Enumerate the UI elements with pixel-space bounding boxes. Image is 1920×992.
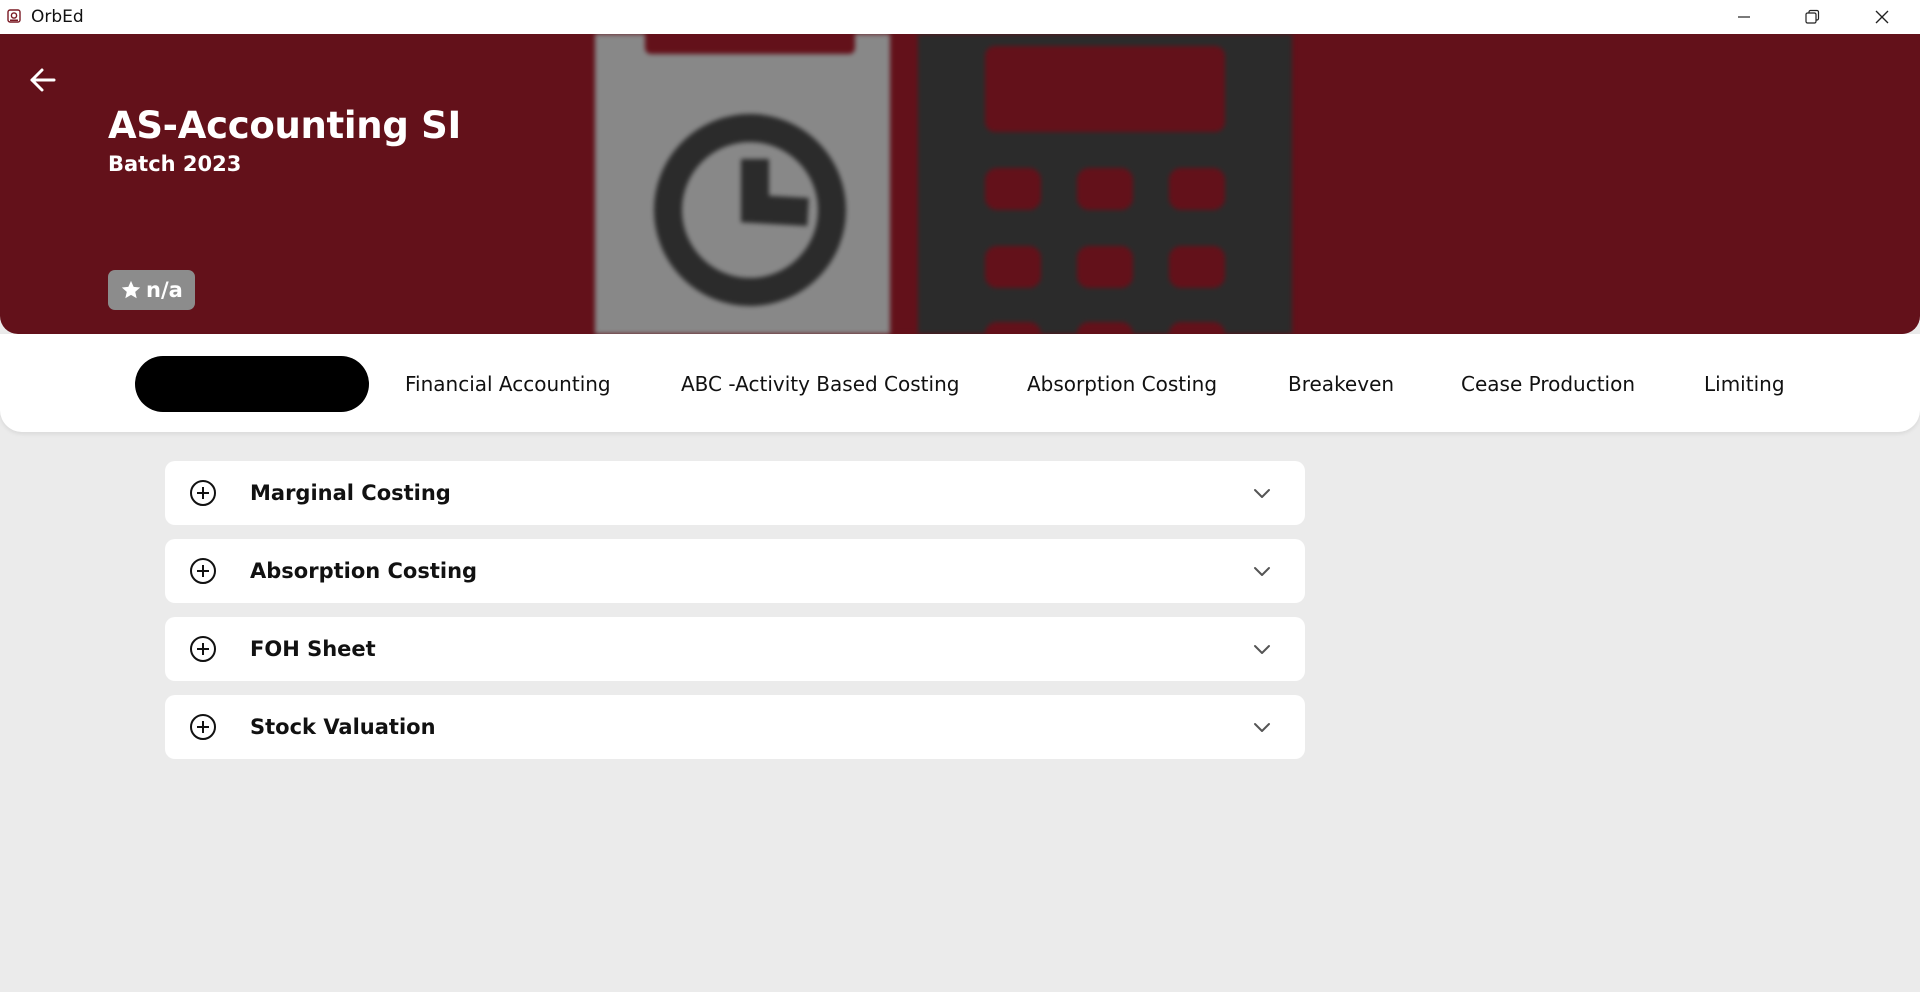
tab-limiting[interactable]: Limiting [1704,356,1785,412]
chevron-down-icon [1254,723,1270,732]
tab-abc-activity-based-costing[interactable]: ABC -Activity Based Costing [681,356,959,412]
course-banner-illustration [595,34,1292,334]
plus-circle-icon [190,558,216,584]
section-stock-valuation[interactable]: Stock Valuation [165,695,1305,759]
window-title: OrbEd [31,7,84,27]
minimize-button[interactable] [1710,0,1778,34]
section-foh-sheet[interactable]: FOH Sheet [165,617,1305,681]
course-batch: Batch 2023 [108,152,242,176]
restore-icon [1805,9,1820,24]
section-label: FOH Sheet [250,637,376,661]
section-label: Marginal Costing [250,481,451,505]
close-icon [1875,10,1889,24]
close-button[interactable] [1848,0,1916,34]
chevron-down-icon [1254,489,1270,498]
course-hero-banner: AS-Accounting SI Batch 2023 n/a [0,34,1920,334]
tab-active-selected[interactable] [135,356,369,412]
back-arrow-icon[interactable] [24,62,60,98]
chevron-down-icon [1254,567,1270,576]
star-icon [121,280,141,299]
restore-button[interactable] [1778,0,1846,34]
rating-value: n/a [146,278,183,302]
tab-financial-accounting[interactable]: Financial Accounting [405,356,611,412]
plus-circle-icon [190,480,216,506]
tab-cease-production[interactable]: Cease Production [1461,356,1635,412]
section-marginal-costing[interactable]: Marginal Costing [165,461,1305,525]
plus-circle-icon [190,636,216,662]
course-title: AS-Accounting SI [108,104,461,147]
tab-breakeven[interactable]: Breakeven [1288,356,1394,412]
app-logo-icon [7,9,21,23]
minimize-icon [1738,16,1750,18]
section-label: Absorption Costing [250,559,478,583]
tab-absorption-costing[interactable]: Absorption Costing [1027,356,1217,412]
chevron-down-icon [1254,645,1270,654]
topic-tabs: Financial Accounting ABC -Activity Based… [0,334,1920,432]
plus-circle-icon [190,714,216,740]
rating-badge: n/a [108,270,195,310]
window-titlebar: OrbEd [0,0,1920,35]
section-label: Stock Valuation [250,715,436,739]
section-absorption-costing[interactable]: Absorption Costing [165,539,1305,603]
